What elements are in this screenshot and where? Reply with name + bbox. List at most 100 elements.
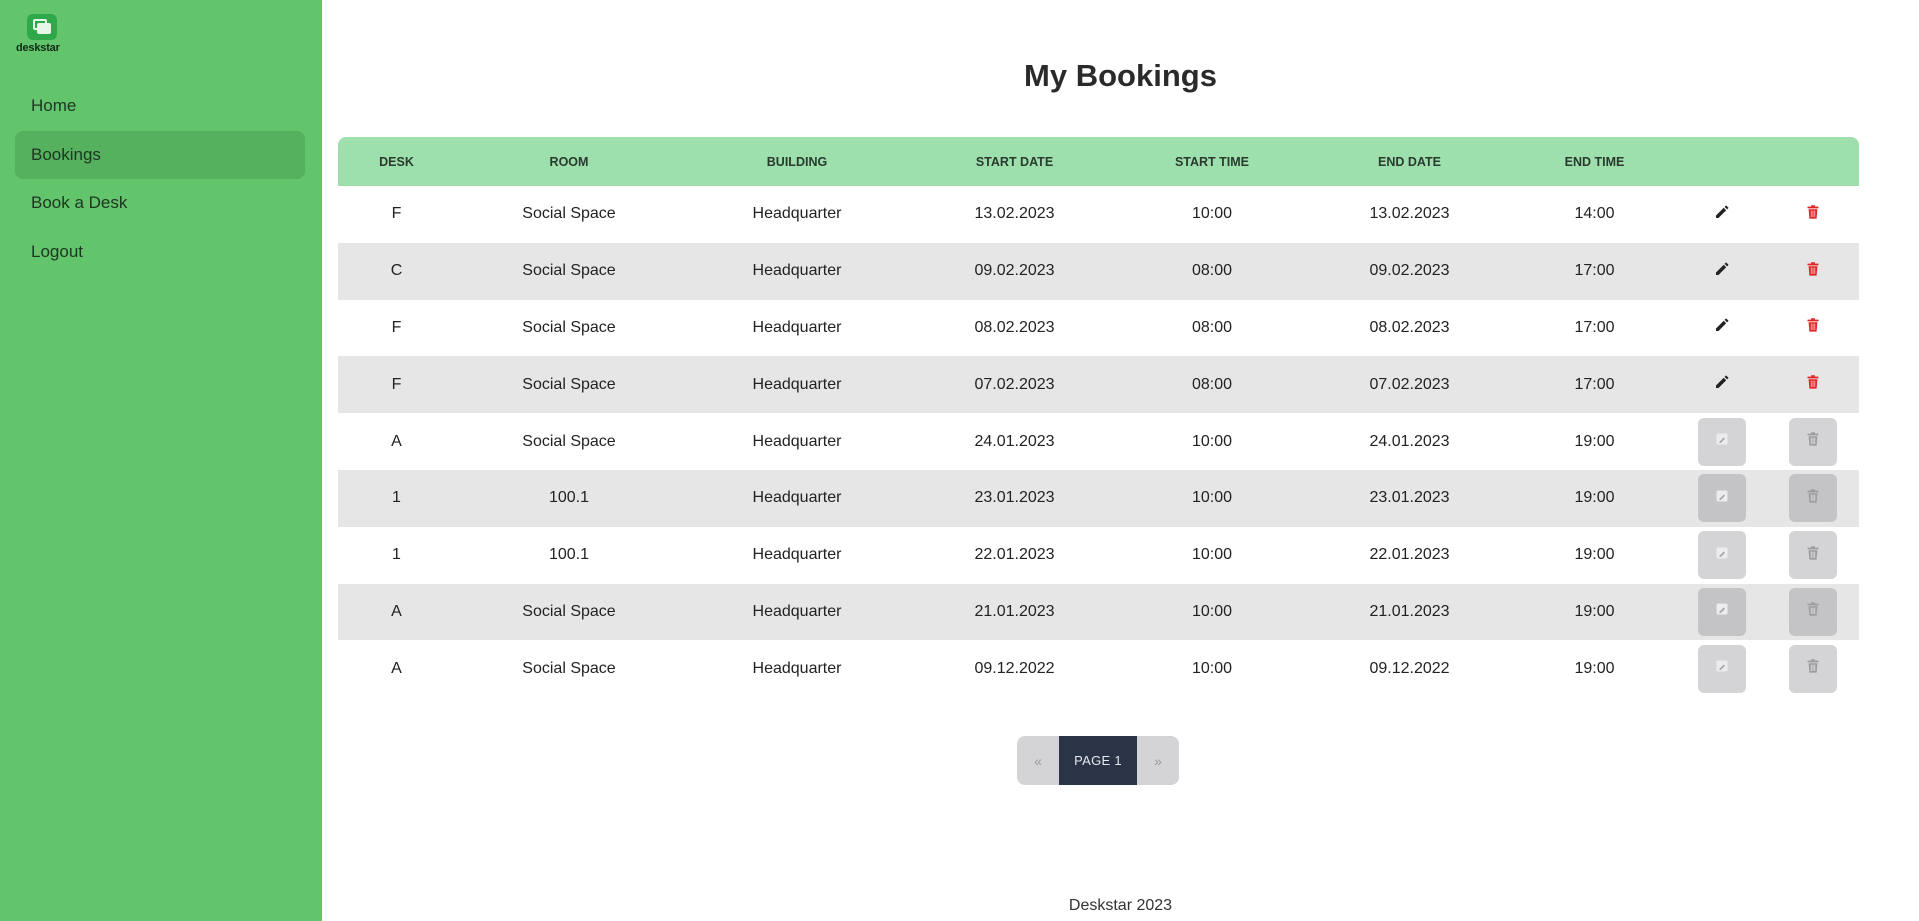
- desk-cell: A: [391, 432, 402, 450]
- room-cell: 100.1: [548, 489, 590, 507]
- edit-button[interactable]: [1698, 304, 1746, 352]
- edit-button[interactable]: [1698, 247, 1746, 295]
- desk-cell: C: [390, 262, 403, 280]
- delete-cell: [1767, 531, 1859, 580]
- prev-page-button[interactable]: «: [1017, 736, 1059, 785]
- start-time-cell: 10:00: [1191, 489, 1233, 507]
- start-time-cell: 10:00: [1191, 546, 1233, 564]
- trash-icon: [1805, 317, 1821, 338]
- pencil-icon: [1714, 545, 1730, 566]
- start-date-cell: 22.01.2023: [974, 546, 1055, 564]
- end-time-cell: 19:00: [1574, 546, 1615, 564]
- sidebar-item-home[interactable]: Home: [15, 82, 305, 130]
- end-time-cell: 19:00: [1574, 489, 1615, 507]
- edit-cell: [1676, 417, 1767, 466]
- room-cell: Social Space: [522, 659, 616, 677]
- deskstar-logo[interactable]: deskstar: [16, 14, 76, 58]
- end-date-cell: 23.01.2023: [1369, 489, 1450, 507]
- edit-cell: [1676, 474, 1767, 523]
- column-header-end-date: END DATE: [1378, 154, 1441, 169]
- end-time-cell: 19:00: [1574, 602, 1615, 620]
- delete-cell: [1767, 644, 1859, 693]
- edit-button[interactable]: [1698, 190, 1746, 238]
- start-time-cell: 10:00: [1191, 602, 1233, 620]
- delete-button-disabled: [1789, 417, 1837, 466]
- start-time-cell: 10:00: [1191, 432, 1233, 450]
- table-row: C Social Space Headquarter 09.02.2023 08:00 0…: [338, 242, 1859, 300]
- delete-cell: [1767, 587, 1859, 636]
- column-header-building: BUILDING: [766, 154, 828, 169]
- table-row: A Social Space Headquarter 21.01.2023 10:00 2…: [338, 583, 1859, 641]
- desk-cell: F: [391, 318, 402, 336]
- end-time-cell: 14:00: [1574, 205, 1615, 223]
- end-date-cell: 22.01.2023: [1369, 546, 1450, 564]
- building-cell: Headquarter: [752, 659, 842, 677]
- table-row: F Social Space Headquarter 07.02.2023 08:00 0…: [338, 356, 1859, 414]
- table-row: 1 100.1 Headquarter 22.01.2023 10:00 22.01.20…: [338, 527, 1859, 584]
- building-cell: Headquarter: [752, 318, 842, 336]
- delete-button-disabled: [1789, 644, 1837, 693]
- bookings-table: DESK ROOM BUILDING START DATE START TIME…: [338, 137, 1859, 697]
- edit-button-disabled: [1697, 644, 1746, 693]
- pencil-icon: [1714, 317, 1730, 338]
- logo-text: deskstar: [16, 42, 60, 54]
- table-row: A Social Space Headquarter 09.12.2022 10:00 0…: [338, 640, 1859, 697]
- room-cell: Social Space: [522, 602, 616, 620]
- pencil-icon: [1714, 488, 1730, 509]
- edit-cell: [1676, 361, 1767, 409]
- start-time-cell: 08:00: [1191, 262, 1233, 280]
- start-date-cell: 21.01.2023: [974, 602, 1055, 620]
- start-date-cell: 24.01.2023: [974, 432, 1055, 450]
- delete-cell: [1767, 304, 1859, 352]
- sidebar-nav: Home Bookings Book a Desk Logout: [15, 82, 305, 276]
- desk-cell: F: [391, 375, 402, 393]
- trash-icon: [1805, 545, 1821, 566]
- table-row: F Social Space Headquarter 08.02.2023 08:00 0…: [338, 300, 1859, 357]
- start-date-cell: 07.02.2023: [974, 375, 1055, 393]
- trash-icon: [1805, 374, 1821, 395]
- delete-button[interactable]: [1789, 361, 1837, 409]
- edit-cell: [1676, 587, 1767, 636]
- delete-cell: [1767, 190, 1859, 238]
- trash-icon: [1805, 261, 1821, 282]
- end-date-cell: 24.01.2023: [1369, 432, 1450, 450]
- pencil-icon: [1714, 204, 1730, 225]
- start-date-cell: 23.01.2023: [974, 489, 1055, 507]
- pencil-icon: [1714, 261, 1730, 282]
- end-time-cell: 17:00: [1574, 375, 1615, 393]
- room-cell: Social Space: [522, 318, 616, 336]
- table-row: A Social Space Headquarter 24.01.2023 10:00 2…: [338, 413, 1859, 470]
- start-date-cell: 08.02.2023: [974, 318, 1055, 336]
- edit-button[interactable]: [1698, 361, 1746, 409]
- delete-button-disabled: [1789, 587, 1837, 636]
- edit-button-disabled: [1697, 587, 1746, 636]
- sidebar-item-book-a-desk[interactable]: Book a Desk: [15, 179, 305, 227]
- delete-cell: [1767, 474, 1859, 523]
- delete-cell: [1767, 247, 1859, 295]
- room-cell: Social Space: [522, 375, 616, 393]
- start-date-cell: 09.02.2023: [974, 262, 1055, 280]
- pagination: « PAGE 1 »: [1017, 736, 1179, 785]
- desk-cell: A: [391, 659, 402, 677]
- trash-icon: [1805, 204, 1821, 225]
- edit-button-disabled: [1697, 417, 1746, 466]
- desk-cell: A: [391, 602, 402, 620]
- end-date-cell: 08.02.2023: [1369, 318, 1450, 336]
- pencil-icon: [1714, 431, 1730, 452]
- sidebar-item-bookings[interactable]: Bookings: [15, 130, 305, 179]
- column-header-start-time: START TIME: [1174, 154, 1250, 169]
- table-row: F Social Space Headquarter 13.02.2023 10:00 1…: [338, 186, 1859, 243]
- edit-cell: [1676, 190, 1767, 238]
- building-cell: Headquarter: [752, 205, 842, 223]
- current-page-indicator: PAGE 1: [1059, 736, 1137, 785]
- next-page-button[interactable]: »: [1137, 736, 1179, 785]
- delete-cell: [1767, 417, 1859, 466]
- building-cell: Headquarter: [752, 602, 842, 620]
- delete-button[interactable]: [1789, 247, 1837, 295]
- edit-button-disabled: [1697, 474, 1746, 523]
- delete-button[interactable]: [1789, 304, 1837, 352]
- sidebar-item-logout[interactable]: Logout: [15, 228, 305, 276]
- delete-button[interactable]: [1789, 190, 1837, 238]
- end-date-cell: 07.02.2023: [1369, 375, 1450, 393]
- table-row: 1 100.1 Headquarter 23.01.2023 10:00 23.01.20…: [338, 469, 1859, 527]
